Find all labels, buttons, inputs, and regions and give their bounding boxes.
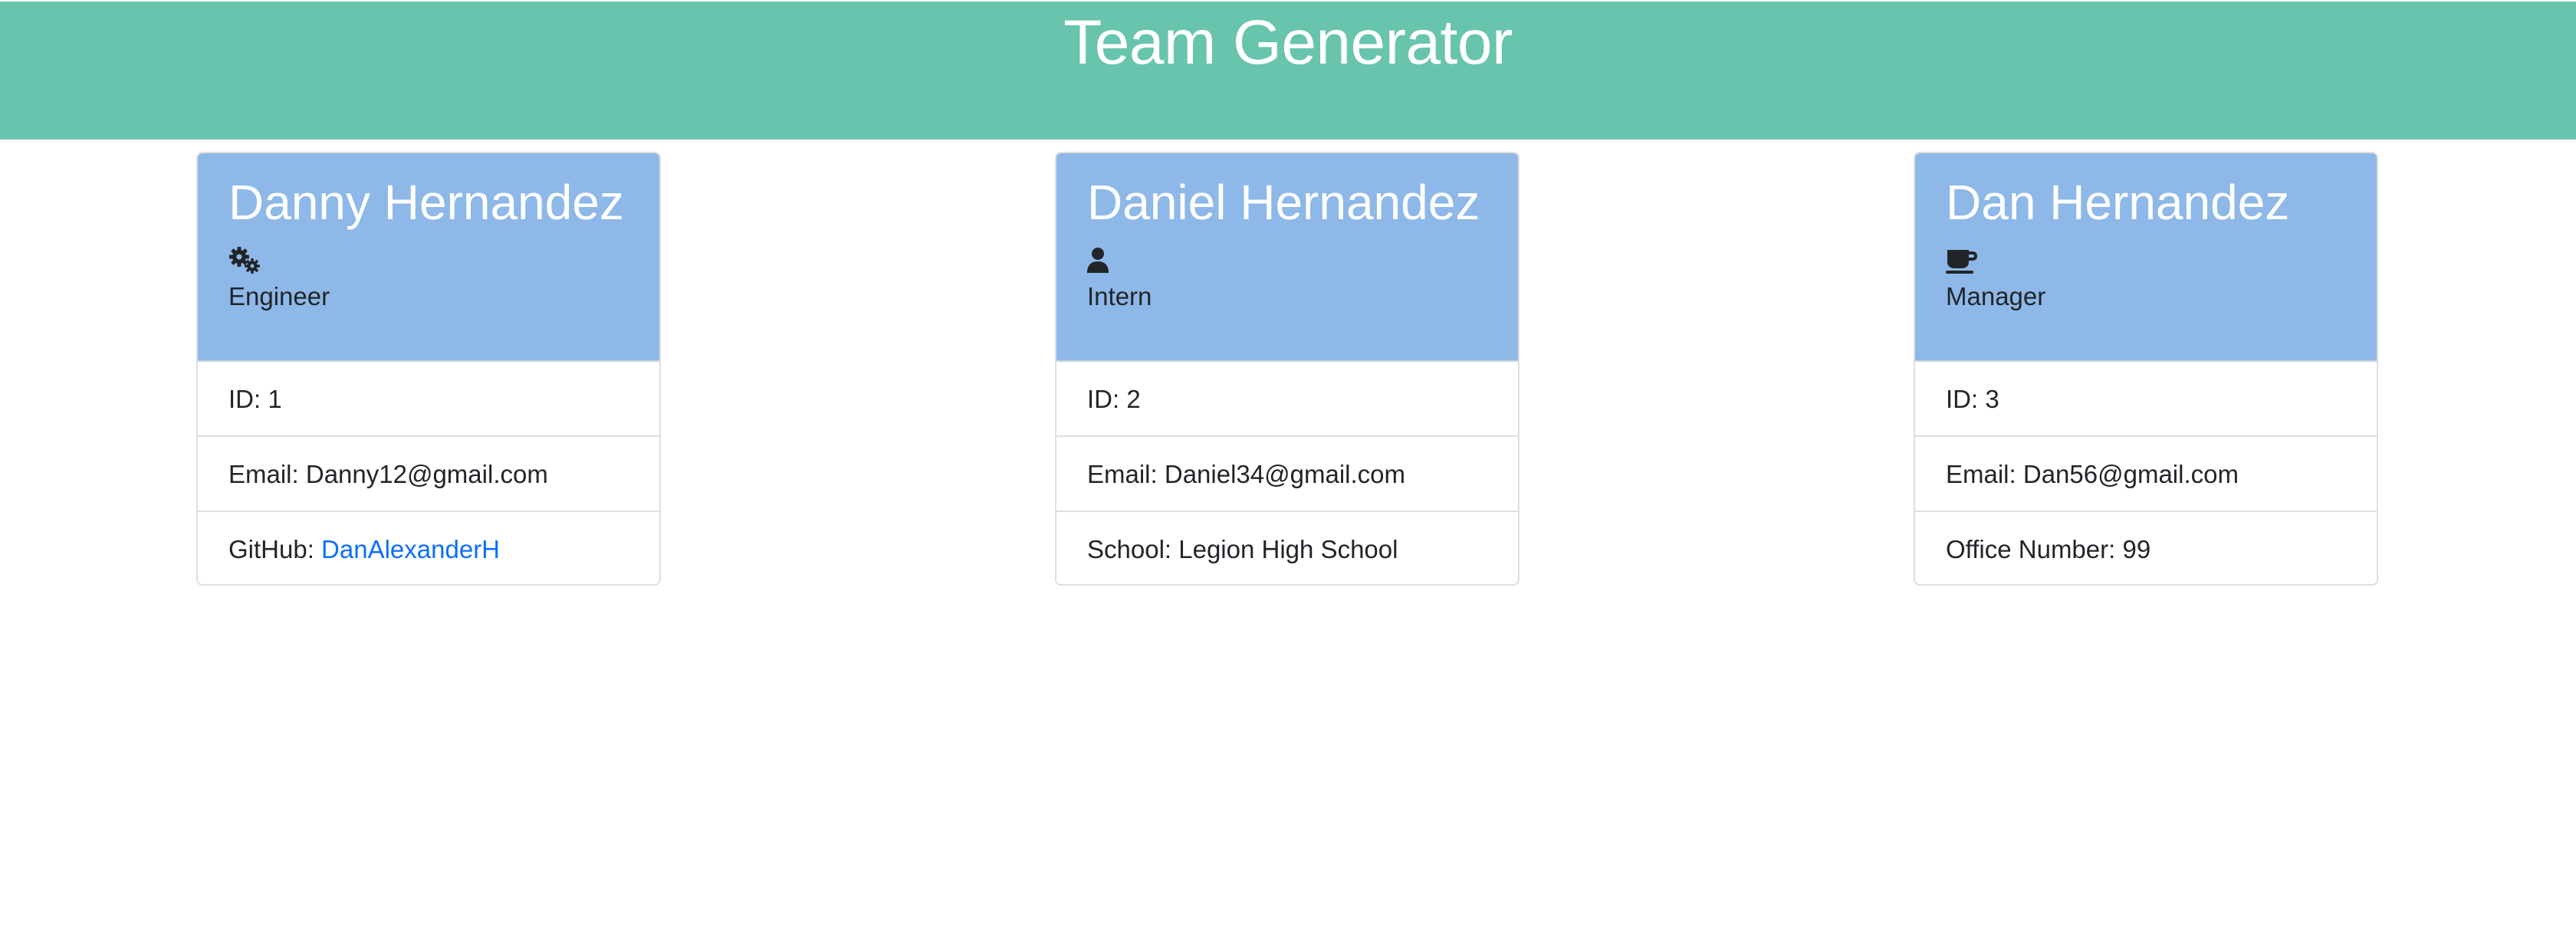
employee-name: Daniel Hernandez: [1087, 175, 1480, 230]
employee-name: Dan Hernandez: [1946, 175, 2290, 230]
employee-role: Engineer: [228, 282, 330, 310]
id-value: 2: [1126, 385, 1141, 413]
employee-info-list: ID: 1 Email: Danny12@gmail.com GitHub: D…: [198, 362, 659, 584]
office-number-label: Office Number:: [1946, 535, 2116, 563]
card-header: Danny Hernandez Engineer: [198, 153, 659, 362]
employee-id: ID: 2: [1056, 362, 1518, 437]
employee-card-intern: Daniel Hernandez Intern ID: 2 Email: Dan…: [1055, 152, 1520, 586]
employee-email: Email: Dan56@gmail.com: [1915, 437, 2377, 512]
employee-school: School: Legion High School: [1056, 512, 1518, 584]
email-value: Dan56@gmail.com: [2022, 460, 2239, 488]
email-label: Email:: [1946, 460, 2016, 488]
employee-role: Intern: [1087, 282, 1152, 310]
gears-icon: [228, 247, 262, 274]
id-label: ID:: [1946, 385, 1979, 413]
id-value: 1: [268, 385, 282, 413]
id-label: ID:: [228, 385, 261, 413]
school-label: School:: [1087, 535, 1172, 563]
user-icon: [1087, 247, 1121, 274]
id-label: ID:: [1087, 385, 1120, 413]
page-title: Team Generator: [1063, 8, 1513, 77]
employee-id: ID: 3: [1915, 362, 2377, 437]
email-label: Email:: [1087, 460, 1158, 488]
office-number-value: 99: [2122, 535, 2151, 563]
github-link[interactable]: DanAlexanderH: [321, 535, 500, 563]
email-value: Daniel34@gmail.com: [1164, 460, 1405, 488]
employee-role: Manager: [1946, 282, 2046, 310]
employee-info-list: ID: 2 Email: Daniel34@gmail.com School: …: [1056, 362, 1518, 584]
employee-card-manager: Dan Hernandez Manager ID: 3 Email: Dan56…: [1914, 152, 2378, 586]
id-value: 3: [1985, 385, 1999, 413]
employee-github: GitHub: DanAlexanderH: [198, 512, 659, 584]
employee-card-engineer: Danny Hernandez Engineer ID: 1 Email: Da…: [196, 152, 661, 586]
page-header: Team Generator: [0, 2, 2576, 140]
employee-info-list: ID: 3 Email: Dan56@gmail.com Office Numb…: [1915, 362, 2377, 584]
card-header: Dan Hernandez Manager: [1915, 153, 2377, 362]
employee-email: Email: Daniel34@gmail.com: [1056, 437, 1518, 512]
employee-office-number: Office Number: 99: [1915, 512, 2377, 584]
employee-id: ID: 1: [198, 362, 659, 437]
school-value: Legion High School: [1178, 535, 1398, 563]
github-label: GitHub:: [228, 535, 314, 563]
employee-name: Danny Hernandez: [228, 175, 624, 230]
employee-email: Email: Danny12@gmail.com: [198, 437, 659, 512]
email-label: Email:: [228, 460, 299, 488]
card-header: Daniel Hernandez Intern: [1056, 153, 1518, 362]
mug-icon: [1946, 247, 1980, 274]
email-value: Danny12@gmail.com: [305, 460, 548, 488]
